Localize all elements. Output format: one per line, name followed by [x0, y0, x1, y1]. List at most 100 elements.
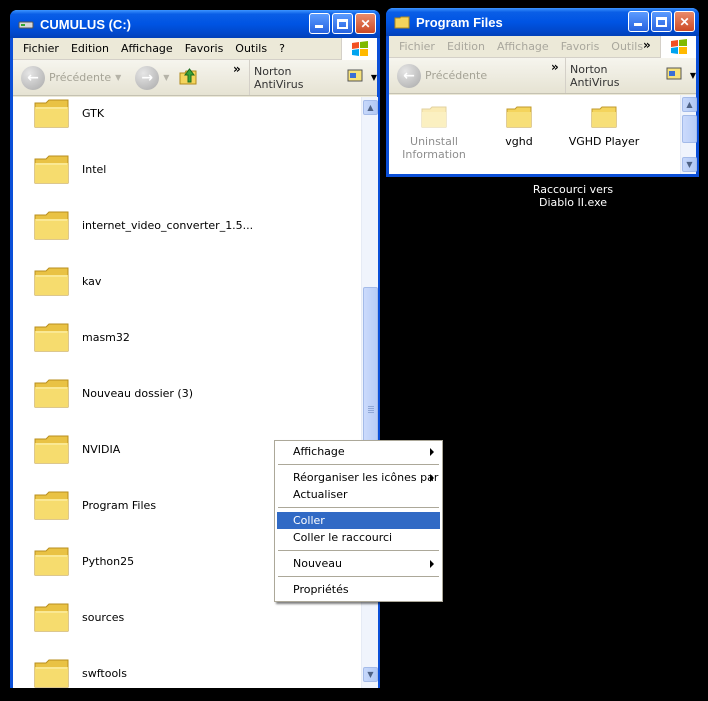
- minimize-icon: [315, 25, 323, 28]
- context-menu-item[interactable]: Nouveau: [277, 555, 440, 572]
- context-menu-item[interactable]: Propriétés: [277, 581, 440, 598]
- folder-label: Python25: [82, 554, 135, 568]
- submenu-arrow-icon: [430, 448, 434, 456]
- cumulus-title: CUMULUS (C:): [40, 16, 131, 32]
- maximize-button[interactable]: [332, 13, 353, 34]
- scroll-up-button[interactable]: ▲: [363, 100, 378, 115]
- menu-edition[interactable]: Edition: [441, 40, 491, 53]
- folder-label: Nouveau dossier (3): [82, 386, 194, 400]
- back-button[interactable]: ← Précédente ▼: [17, 65, 125, 90]
- folder-item-vghd-player[interactable]: VGHD Player: [559, 103, 649, 148]
- menu-separator: [278, 464, 439, 465]
- program-files-window: Program Files ✕ Fichier Edition Affichag…: [386, 8, 699, 177]
- scroll-down-button[interactable]: ▼: [363, 667, 378, 682]
- cumulus-titlebar[interactable]: CUMULUS (C:) ✕: [10, 10, 380, 38]
- close-icon: ✕: [360, 16, 371, 31]
- menu-separator: [278, 550, 439, 551]
- folder-row[interactable]: masm32: [33, 317, 130, 357]
- norton-toolbar[interactable]: Norton AntiVirus ▼: [249, 60, 377, 95]
- norton-dropdown-icon: ▼: [370, 73, 377, 82]
- minimize-button[interactable]: [309, 13, 330, 34]
- windows-logo-icon: [341, 38, 377, 60]
- up-folder-icon[interactable]: [177, 65, 199, 90]
- context-menu-item-label: Propriétés: [293, 583, 349, 596]
- folder-row[interactable]: sources: [33, 597, 124, 637]
- menu-outils[interactable]: Outils: [229, 42, 273, 55]
- folder-row[interactable]: swftools: [33, 653, 127, 688]
- folder-icon: [33, 97, 71, 130]
- folder-row[interactable]: Program Files: [33, 485, 156, 525]
- menu-favoris[interactable]: Favoris: [555, 40, 606, 53]
- close-icon: ✕: [679, 14, 690, 29]
- menu-fichier[interactable]: Fichier: [17, 42, 65, 55]
- forward-arrow-icon: →: [135, 65, 160, 90]
- context-menu-item-label: Coller: [293, 514, 325, 527]
- menu-fichier[interactable]: Fichier: [393, 40, 441, 53]
- context-menu-item[interactable]: Réorganiser les icônes par: [277, 469, 440, 486]
- context-menu-item-label: Nouveau: [293, 557, 342, 570]
- menu-affichage[interactable]: Affichage: [491, 40, 555, 53]
- folder-icon: [505, 103, 533, 131]
- dropdown-arrow-icon: ▼: [163, 73, 170, 82]
- menu-separator: [278, 576, 439, 577]
- forward-button[interactable]: → ▼: [131, 65, 173, 90]
- shortcut-label-line1: Raccourci vers: [532, 183, 614, 196]
- folder-label: masm32: [82, 330, 130, 344]
- folder-row[interactable]: Nouveau dossier (3): [33, 373, 193, 413]
- folder-label: Program Files: [82, 498, 157, 512]
- scroll-down-button[interactable]: ▼: [682, 157, 697, 172]
- close-button[interactable]: ✕: [674, 11, 695, 32]
- folder-icon: [33, 376, 71, 410]
- norton-icon: [666, 66, 684, 85]
- program-files-titlebar[interactable]: Program Files ✕: [386, 8, 699, 36]
- context-menu-item-label: Affichage: [293, 445, 345, 458]
- folder-icon: [33, 656, 71, 688]
- toolbar-chevron[interactable]: »: [233, 62, 241, 76]
- norton-dropdown-icon: ▼: [689, 71, 696, 80]
- folder-row[interactable]: internet_video_converter_1.5...: [33, 205, 253, 245]
- folder-icon: [33, 208, 71, 242]
- close-button[interactable]: ✕: [355, 13, 376, 34]
- context-menu-item[interactable]: Coller le raccourci: [277, 529, 440, 546]
- menu-help[interactable]: ?: [273, 42, 291, 55]
- folder-icon: [33, 152, 71, 186]
- context-menu-item[interactable]: Coller: [277, 512, 440, 529]
- context-menu-item-label: Réorganiser les icônes par: [293, 471, 439, 484]
- folder-item-vghd[interactable]: vghd: [474, 103, 564, 148]
- folder-label: internet_video_converter_1.5...: [82, 218, 254, 232]
- windows-logo-icon: [660, 36, 696, 58]
- norton-toolbar[interactable]: Norton AntiVirus ▼: [565, 58, 696, 93]
- dropdown-arrow-icon: ▼: [115, 73, 122, 82]
- scroll-up-button[interactable]: ▲: [682, 97, 697, 112]
- program-files-title: Program Files: [416, 14, 503, 30]
- folder-row[interactable]: kav: [33, 261, 101, 301]
- folder-row[interactable]: NVIDIA: [33, 429, 120, 469]
- program-files-menubar: Fichier Edition Affichage Favoris Outils…: [389, 36, 696, 58]
- context-menu-item-label: Actualiser: [293, 488, 348, 501]
- context-menu-item[interactable]: Actualiser: [277, 486, 440, 503]
- menu-edition[interactable]: Edition: [65, 42, 115, 55]
- toolbar-chevron[interactable]: »: [551, 60, 559, 74]
- maximize-button[interactable]: [651, 11, 672, 32]
- scroll-thumb[interactable]: [682, 115, 697, 143]
- program-files-scrollbar[interactable]: ▲ ▼: [680, 95, 697, 174]
- back-button[interactable]: ← Précédente: [393, 63, 491, 88]
- folder-label: NVIDIA: [82, 442, 121, 456]
- cumulus-menubar: Fichier Edition Affichage Favoris Outils…: [13, 38, 377, 60]
- program-files-view[interactable]: Uninstall Information vghd VGHD Player: [389, 95, 680, 174]
- folder-row[interactable]: Python25: [33, 541, 134, 581]
- folder-item-uninstall[interactable]: Uninstall Information: [389, 103, 479, 161]
- drive-icon: [18, 16, 34, 32]
- submenu-arrow-icon: [430, 474, 434, 482]
- context-menu-item[interactable]: Affichage: [277, 443, 440, 460]
- menu-favoris[interactable]: Favoris: [179, 42, 230, 55]
- minimize-button[interactable]: [628, 11, 649, 32]
- menu-chevron[interactable]: »: [643, 38, 651, 52]
- folder-row[interactable]: Intel: [33, 149, 106, 189]
- menu-affichage[interactable]: Affichage: [115, 42, 179, 55]
- context-menu-item-label: Coller le raccourci: [293, 531, 393, 544]
- cumulus-toolbar: ← Précédente ▼ → ▼ » Norton AntiVirus ▼: [13, 60, 377, 96]
- folder-row[interactable]: GTK: [33, 97, 104, 133]
- desktop-shortcut-label[interactable]: Raccourci vers Diablo II.exe: [520, 183, 626, 209]
- folder-icon: [394, 14, 410, 30]
